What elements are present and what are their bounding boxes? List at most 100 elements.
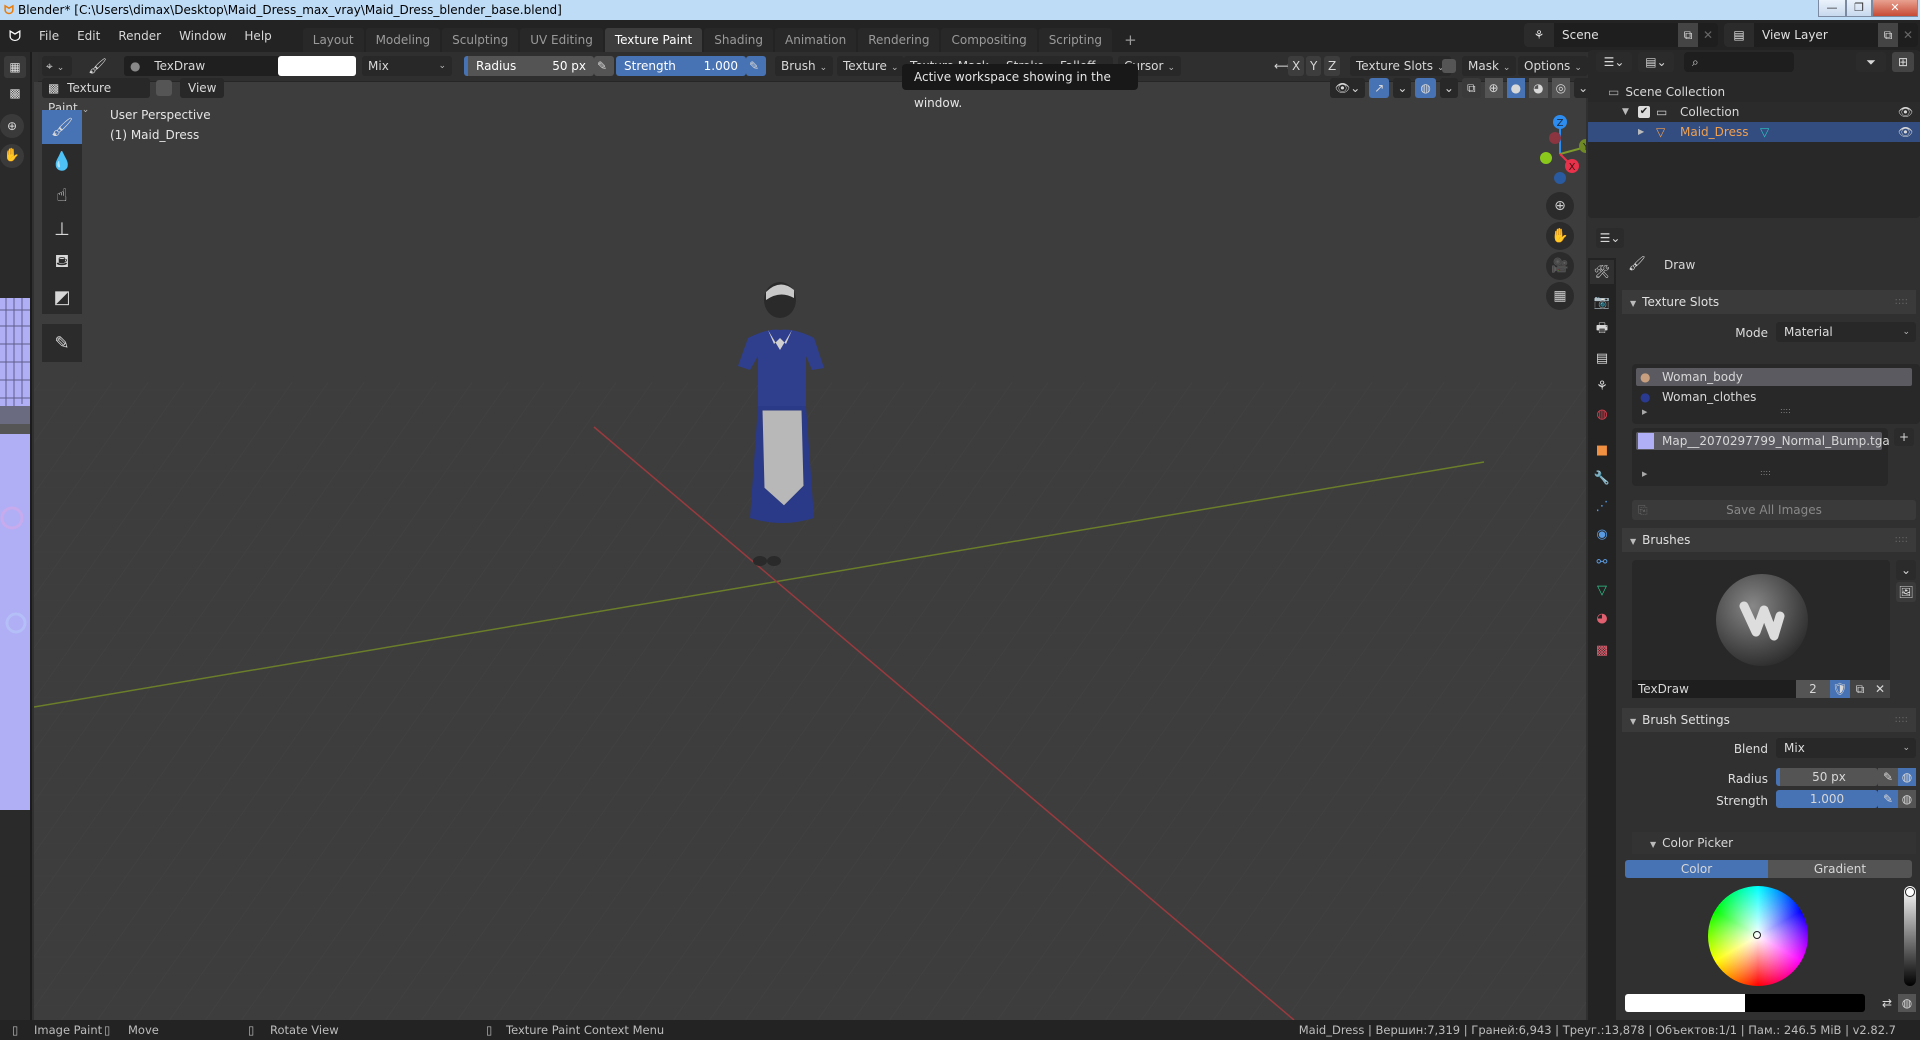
gizmo-toggle-icon[interactable]: ↗ xyxy=(1369,78,1390,98)
camera-view-button[interactable]: 🎥 xyxy=(1546,252,1574,280)
strength-field[interactable]: Strength 1.000 xyxy=(616,56,746,76)
save-all-images-button[interactable]: ⎘ Save All Images xyxy=(1632,500,1916,520)
navigation-gizmo[interactable]: Z Y X xyxy=(1500,114,1586,194)
tab-constraints-icon[interactable]: ⚯ xyxy=(1590,550,1614,574)
3d-viewport[interactable]: User Perspective (1) Maid_Dress Z Y X xyxy=(34,82,1586,1020)
tab-texture-paint[interactable]: Texture Paint xyxy=(604,28,703,52)
brush-name-field[interactable]: TexDraw xyxy=(1632,680,1796,698)
new-view-layer-icon[interactable]: ⧉ xyxy=(1878,23,1898,47)
tab-world-icon[interactable]: ◍ xyxy=(1590,402,1614,426)
tab-scene-icon[interactable]: ⚘ xyxy=(1590,374,1614,398)
color-picker-subpanel-header[interactable]: ▼ Color Picker xyxy=(1632,832,1916,854)
tab-texture-icon[interactable]: ▩ xyxy=(1590,638,1614,662)
zoom-view-button[interactable]: ⊕ xyxy=(1546,192,1574,220)
checker-icon[interactable]: ▩ xyxy=(4,82,26,104)
list-expand-icon[interactable]: ▶ xyxy=(1642,470,1647,478)
maid-dress-model[interactable] xyxy=(728,278,868,568)
radius-unit-toggle-icon[interactable]: ◍ xyxy=(1898,768,1916,786)
tab-rendering[interactable]: Rendering xyxy=(858,28,940,52)
expand-triangle-icon[interactable]: ▼ xyxy=(1622,102,1629,122)
tab-tool-icon[interactable]: 🛠 xyxy=(1590,260,1614,284)
tool-mask[interactable]: ◩ xyxy=(42,280,82,314)
value-slider[interactable] xyxy=(1904,886,1916,986)
workspace-gizmo-icon[interactable]: ⌖ ⌄ xyxy=(42,56,72,76)
tab-scripting[interactable]: Scripting xyxy=(1038,28,1113,52)
tool-draw[interactable]: 🖌 xyxy=(42,110,82,144)
editor-type-icon[interactable]: ▦ xyxy=(4,56,26,78)
brush-menu[interactable]: Brush ⌄ xyxy=(775,56,834,76)
unlink-brush-icon[interactable]: ✕ xyxy=(1870,680,1890,698)
overlay-dropdown[interactable]: ⌄ xyxy=(1439,78,1458,98)
brush-color-swatch[interactable] xyxy=(278,56,356,76)
tab-physics-icon[interactable]: ◉ xyxy=(1590,522,1614,546)
visibility-eye-icon[interactable]: 👁 xyxy=(1898,122,1913,142)
brush-list-dropdown[interactable]: ⌄ xyxy=(1896,560,1916,580)
mode-selector[interactable]: ▩ Texture Paint ⌄ xyxy=(42,78,150,115)
material-slot-woman-body[interactable]: ● Woman_body xyxy=(1636,368,1912,386)
texture-menu[interactable]: Texture ⌄ xyxy=(837,56,905,76)
mesh-data-icon[interactable]: ▽ xyxy=(1760,122,1769,142)
outliner-editor-type[interactable]: ☰⌄ xyxy=(1596,52,1632,72)
material-shading-icon[interactable]: ◕ xyxy=(1529,78,1548,98)
tab-compositing[interactable]: Compositing xyxy=(941,28,1037,52)
wireframe-shading-icon[interactable]: ⊕ xyxy=(1484,78,1503,98)
menu-window[interactable]: Window xyxy=(170,29,235,43)
delete-scene-icon[interactable]: ✕ xyxy=(1698,28,1718,42)
maximize-button[interactable]: ❐ xyxy=(1846,0,1872,17)
drag-grip-icon[interactable]: :::: xyxy=(1895,708,1908,732)
color-wheel[interactable] xyxy=(1708,886,1808,986)
radius-pressure-icon[interactable]: ✎ xyxy=(594,56,614,76)
tab-render-icon[interactable]: 📷 xyxy=(1590,290,1614,314)
tool-smear[interactable]: ☝ xyxy=(42,178,82,212)
texture-slots-panel-header[interactable]: ▼ Texture Slots:::: xyxy=(1622,290,1916,314)
unified-color-icon[interactable]: ◍ xyxy=(1898,994,1916,1012)
collection-checkbox[interactable]: ✔ xyxy=(1638,106,1650,118)
add-workspace-button[interactable]: + xyxy=(1114,28,1147,52)
strength-unit-toggle-icon[interactable]: ◍ xyxy=(1898,790,1916,808)
tab-object-icon[interactable]: ■ xyxy=(1590,438,1614,462)
delete-view-layer-icon[interactable]: ✕ xyxy=(1898,28,1918,42)
scene-selector[interactable]: ⚘ Scene ⧉ ✕ xyxy=(1524,23,1718,47)
secondary-color-swatch[interactable] xyxy=(1745,994,1865,1012)
tab-particles-icon[interactable]: ⋰ xyxy=(1590,494,1614,518)
mirror-z-toggle[interactable]: Z xyxy=(1324,56,1341,76)
menu-help[interactable]: Help xyxy=(235,29,280,43)
fake-user-shield-icon[interactable]: 🛡 xyxy=(1830,680,1850,698)
solid-shading-icon[interactable]: ● xyxy=(1506,78,1526,98)
visibility-icon[interactable]: 👁⌄ xyxy=(1330,78,1366,98)
collection-row[interactable]: ▼ ✔ ▭ Collection 👁 xyxy=(1588,102,1920,122)
tab-animation[interactable]: Animation xyxy=(775,28,857,52)
menu-render[interactable]: Render xyxy=(109,29,170,43)
tab-view-layer-icon[interactable]: ▤ xyxy=(1590,346,1614,370)
tab-gradient[interactable]: Gradient xyxy=(1768,860,1912,878)
view-menu[interactable]: View xyxy=(180,78,225,98)
list-resize-grip[interactable]: :::: xyxy=(1760,468,1771,477)
new-collection-button[interactable]: ⊞ xyxy=(1892,52,1914,72)
drag-grip-icon[interactable]: :::: xyxy=(1895,528,1908,552)
zoom-icon[interactable]: ⊕ xyxy=(0,114,24,138)
menu-file[interactable]: File xyxy=(30,29,68,43)
tab-shading[interactable]: Shading xyxy=(704,28,773,52)
overlay-toggle-icon[interactable]: ◍ xyxy=(1415,78,1436,98)
tool-fill[interactable]: ⛾ xyxy=(42,246,82,280)
image-slot-item[interactable]: Map__2070297799_Normal_Bump.tga xyxy=(1636,432,1890,450)
tab-uv-editing[interactable]: UV Editing xyxy=(520,28,603,52)
tool-annotate[interactable]: ✎ xyxy=(42,324,82,362)
texture-slots-menu[interactable]: Texture Slots ⌄ xyxy=(1350,56,1451,76)
mirror-x-toggle[interactable]: X xyxy=(1288,56,1305,76)
tab-modeling[interactable]: Modeling xyxy=(365,28,441,52)
primary-color-swatch[interactable] xyxy=(1625,994,1745,1012)
brush-users-count[interactable]: 2 xyxy=(1796,680,1830,698)
tab-color[interactable]: Color xyxy=(1625,860,1768,878)
mirror-y-toggle[interactable]: Y xyxy=(1306,56,1322,76)
view-layer-selector[interactable]: ▤ View Layer ⧉ ✕ xyxy=(1724,23,1918,47)
list-resize-grip[interactable]: :::: xyxy=(1780,406,1791,415)
blend-dropdown[interactable]: Mix ⌄ xyxy=(362,56,452,76)
radius-field[interactable]: Radius 50 px xyxy=(464,56,594,76)
pan-view-button[interactable]: ✋ xyxy=(1546,222,1574,250)
brush-settings-panel-header[interactable]: ▼ Brush Settings:::: xyxy=(1622,708,1916,732)
strength-pressure-icon[interactable]: ✎ xyxy=(746,56,766,76)
xray-toggle-icon[interactable]: ⧉ xyxy=(1461,78,1481,98)
add-texture-button[interactable]: + xyxy=(1894,428,1914,446)
brushes-panel-header[interactable]: ▼ Brushes:::: xyxy=(1622,528,1916,552)
